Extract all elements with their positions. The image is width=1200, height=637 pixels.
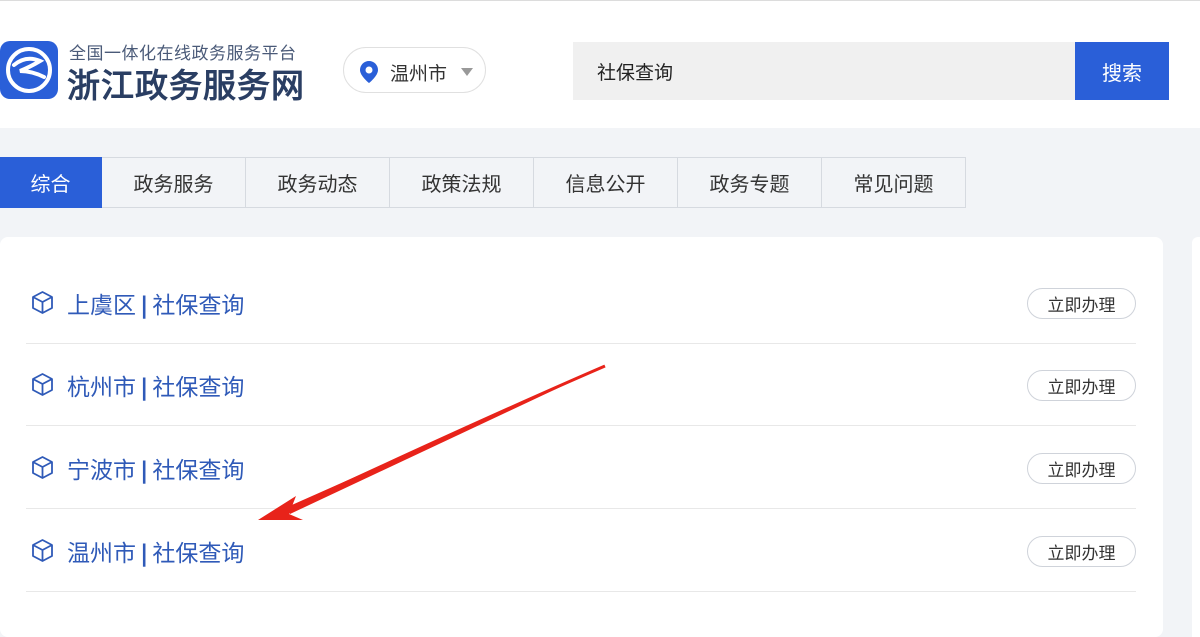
cube-icon (32, 456, 53, 479)
result-service: 社保查询 (152, 541, 245, 567)
side-panel-edge (1192, 237, 1200, 637)
site-title[interactable]: 浙江政务服务网 (67, 59, 305, 107)
result-title[interactable]: 杭州市 | 社保查询 (67, 368, 244, 402)
tab-comprehensive[interactable]: 综合 (0, 157, 102, 208)
chevron-down-icon (461, 68, 473, 76)
result-row: 上虞区 | 社保查询 立即办理 (26, 262, 1136, 344)
tab-faq[interactable]: 常见问题 (822, 157, 966, 208)
result-title[interactable]: 宁波市 | 社保查询 (67, 451, 244, 485)
title-separator: | (140, 375, 149, 401)
result-region: 杭州市 (67, 375, 136, 401)
zhejiang-logo-icon[interactable] (0, 41, 58, 99)
handle-now-button[interactable]: 立即办理 (1027, 288, 1136, 319)
tab-information-disclosure[interactable]: 信息公开 (534, 157, 678, 208)
tab-government-services[interactable]: 政务服务 (102, 157, 246, 208)
city-selector[interactable]: 温州市 (343, 47, 486, 93)
cube-icon (32, 373, 53, 396)
tab-government-news[interactable]: 政务动态 (246, 157, 390, 208)
city-label: 温州市 (390, 63, 448, 85)
title-separator: | (140, 293, 149, 319)
result-row: 宁波市 | 社保查询 立即办理 (26, 427, 1136, 509)
result-title[interactable]: 上虞区 | 社保查询 (67, 286, 244, 320)
category-tabs: 综合 政务服务 政务动态 政策法规 信息公开 政务专题 常见问题 (0, 157, 966, 208)
handle-now-button[interactable]: 立即办理 (1027, 536, 1136, 567)
search-button[interactable]: 搜索 (1075, 42, 1169, 100)
cube-icon (32, 539, 53, 562)
handle-now-button[interactable]: 立即办理 (1027, 453, 1136, 484)
tab-government-topics[interactable]: 政务专题 (678, 157, 822, 208)
results-panel: 上虞区 | 社保查询 立即办理 杭州市 | 社保查询 立即办理 宁波市 | 社保查询 立即办… (0, 237, 1163, 637)
result-region: 宁波市 (67, 458, 136, 484)
site-header: 全国一体化在线政务服务平台 浙江政务服务网 温州市 搜索 (0, 0, 1200, 128)
search-input[interactable] (573, 42, 1075, 100)
title-separator: | (140, 541, 149, 567)
result-title[interactable]: 温州市 | 社保查询 (67, 534, 244, 568)
title-separator: | (140, 458, 149, 484)
location-pin-icon (360, 61, 378, 83)
tab-policies-regulations[interactable]: 政策法规 (390, 157, 534, 208)
handle-now-button[interactable]: 立即办理 (1027, 370, 1136, 401)
result-service: 社保查询 (152, 293, 245, 319)
result-service: 社保查询 (152, 375, 245, 401)
cube-icon (32, 291, 53, 314)
result-row: 杭州市 | 社保查询 立即办理 (26, 344, 1136, 426)
result-region: 上虞区 (67, 293, 136, 319)
result-row: 温州市 | 社保查询 立即办理 (26, 510, 1136, 592)
result-region: 温州市 (67, 541, 136, 567)
result-service: 社保查询 (152, 458, 245, 484)
